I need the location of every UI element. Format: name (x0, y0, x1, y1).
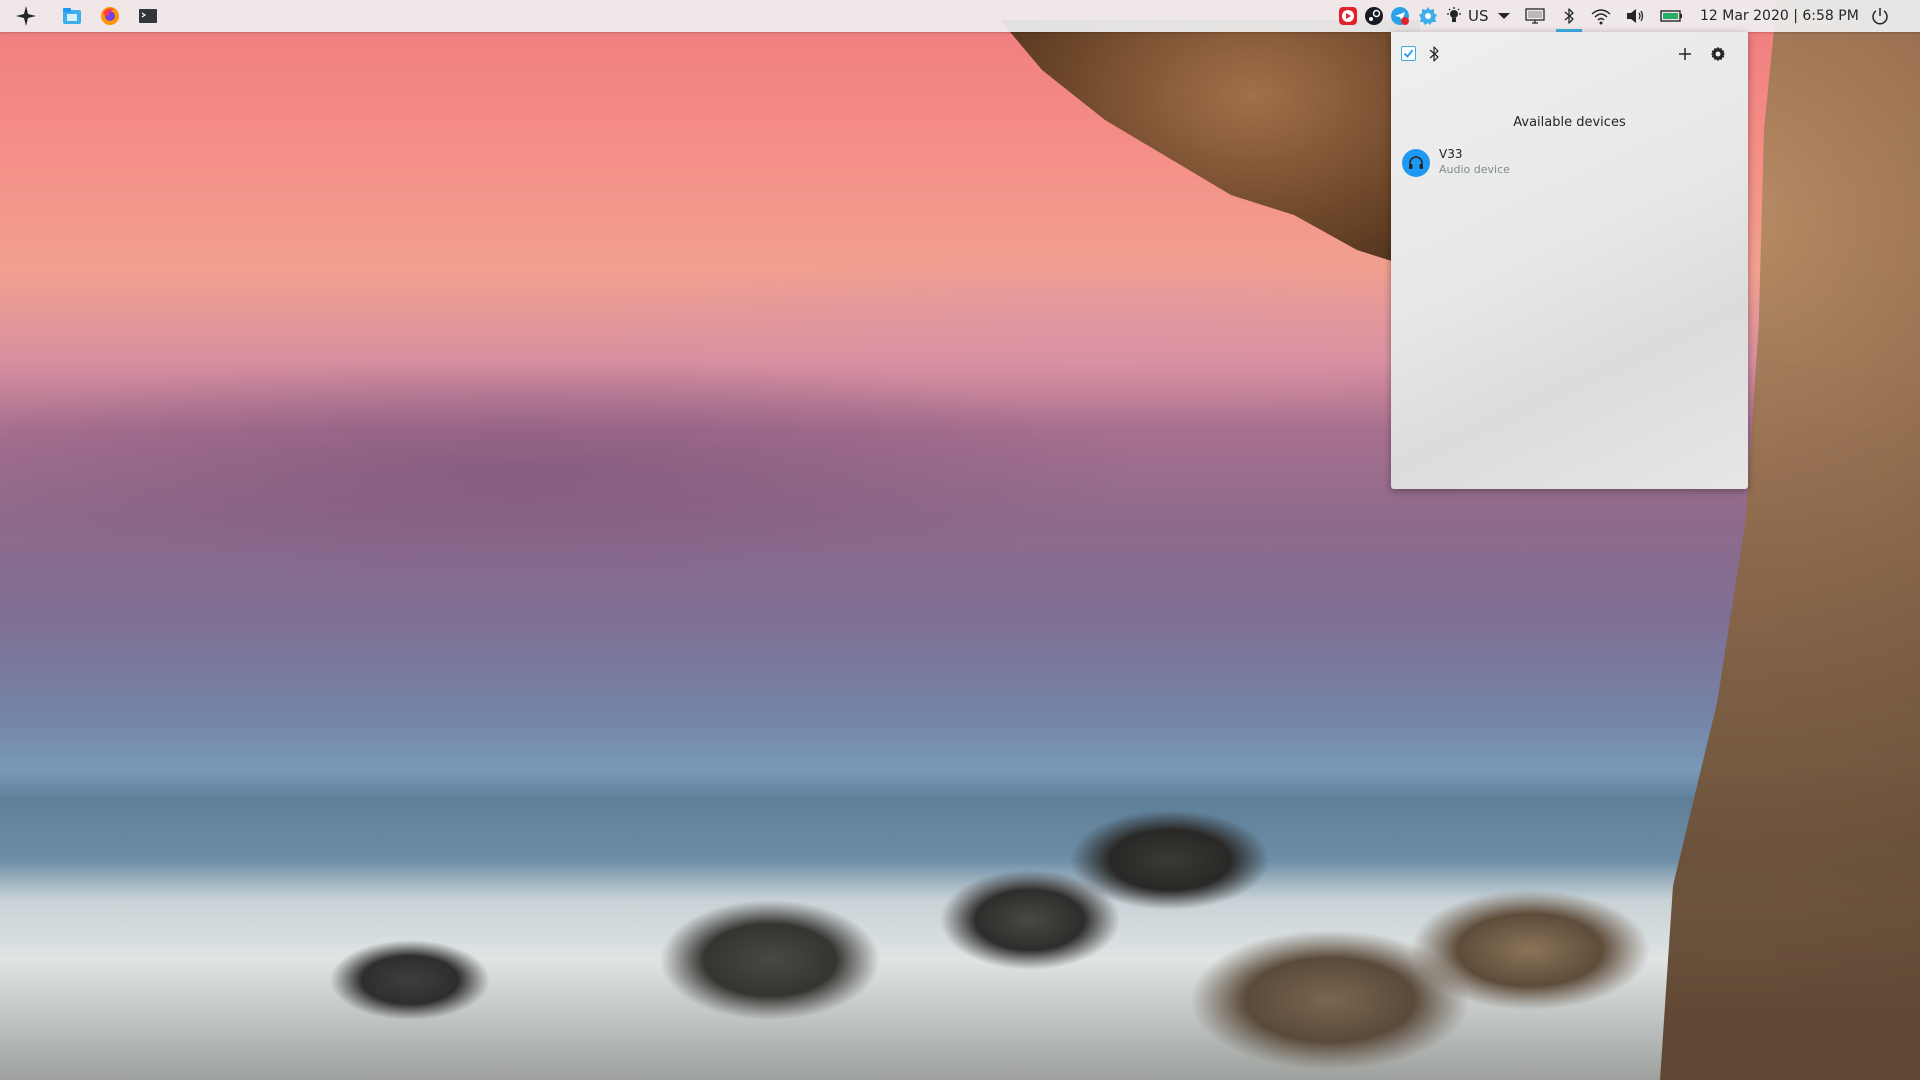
device-type: Audio device (1439, 163, 1510, 176)
firefox-icon[interactable] (98, 4, 122, 28)
plus-icon (1679, 48, 1691, 60)
volume-icon[interactable] (1624, 4, 1646, 28)
keyboard-layout-indicator[interactable]: US (1468, 0, 1489, 32)
headset-icon (1402, 149, 1430, 177)
add-device-button[interactable] (1673, 42, 1697, 66)
bluetooth-icon (1426, 44, 1444, 64)
gear-icon (1710, 46, 1726, 62)
bluetooth-icon[interactable] (1559, 4, 1579, 28)
wifi-icon[interactable] (1590, 4, 1612, 28)
file-manager-icon[interactable] (60, 4, 84, 28)
checkmark-icon (1403, 49, 1414, 58)
battery-icon[interactable] (1660, 4, 1684, 28)
device-name: V33 (1439, 147, 1463, 161)
clock[interactable]: 12 Mar 2020 | 6:58 PM (1700, 0, 1859, 32)
terminal-icon[interactable] (136, 4, 160, 28)
bluetooth-popup-header (1391, 32, 1748, 76)
brightness-icon[interactable] (1444, 4, 1464, 28)
power-icon[interactable] (1870, 4, 1890, 28)
bluetooth-settings-button[interactable] (1706, 42, 1730, 66)
application-launcher-icon[interactable] (14, 4, 38, 28)
bluetooth-popup: Available devices V33 Audio device (1391, 32, 1748, 489)
device-list-item[interactable]: V33 Audio device (1399, 142, 1740, 184)
top-panel: US 12 Mar 2020 | 6:58 PM (0, 0, 1920, 32)
available-devices-heading: Available devices (1513, 115, 1626, 130)
steam-icon[interactable] (1364, 4, 1384, 28)
wallpaper-rock-overhang (1000, 20, 1420, 270)
chat-app-icon[interactable] (1390, 4, 1410, 28)
settings-update-icon[interactable] (1418, 4, 1438, 28)
display-icon[interactable] (1524, 4, 1546, 28)
wallpaper-rocks (150, 800, 1700, 1080)
media-player-icon[interactable] (1338, 4, 1358, 28)
dropdown-arrow-icon[interactable] (1496, 4, 1512, 28)
bluetooth-enable-checkbox[interactable] (1401, 46, 1416, 61)
